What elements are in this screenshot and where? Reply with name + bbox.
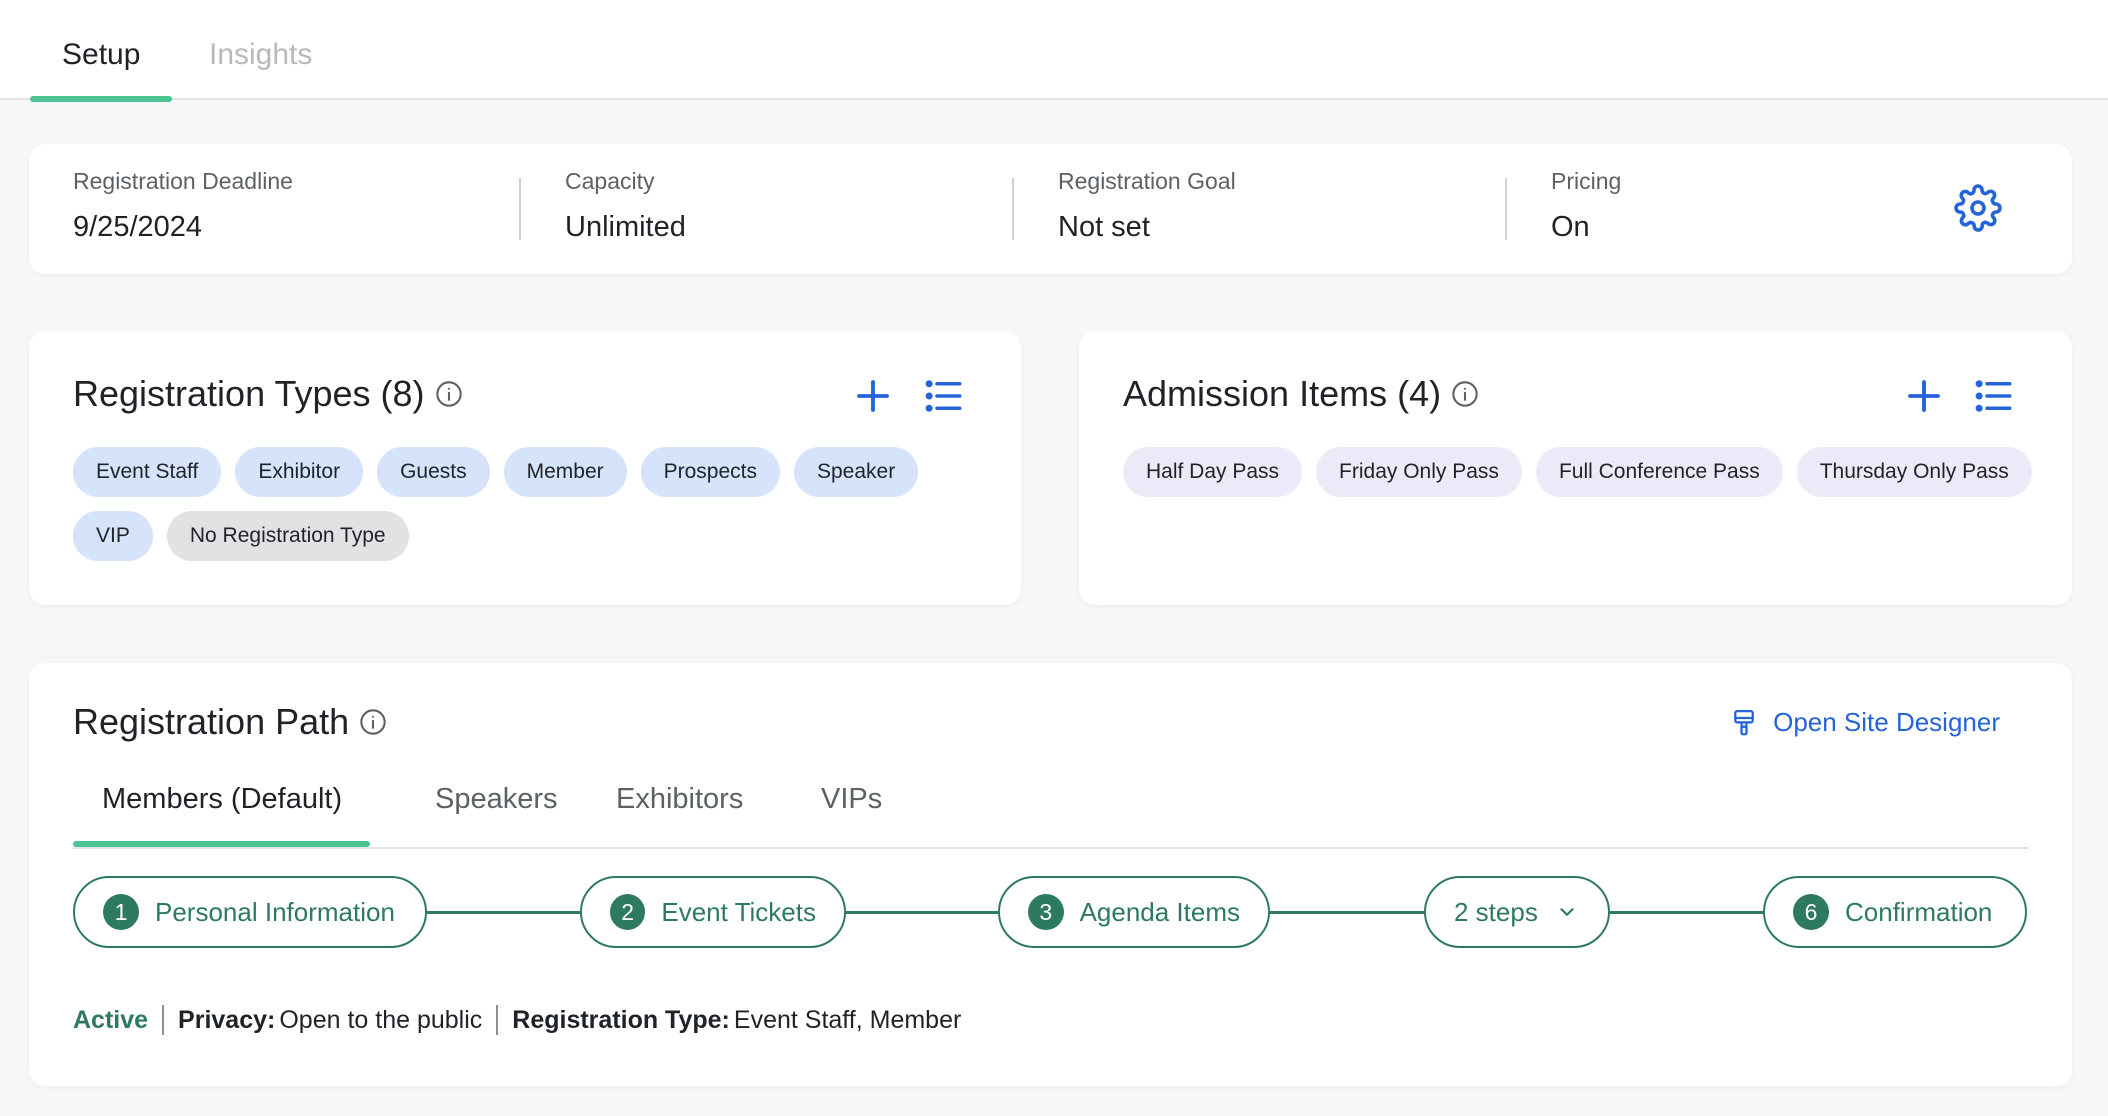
divider [162, 1005, 165, 1035]
step-label: Confirmation [1845, 896, 1993, 927]
pricing-value: On [1551, 211, 1590, 243]
step-number: 1 [103, 894, 139, 930]
gear-icon[interactable] [1954, 184, 2002, 232]
pricing-label: Pricing [1551, 168, 1622, 194]
tab-active-underline [73, 841, 371, 847]
tab-speakers-label: Speakers [435, 783, 558, 815]
summary-divider [519, 178, 521, 240]
admission-items-title: Admission Items (4) [1123, 373, 1479, 415]
step-confirmation[interactable]: 6 Confirmation [1763, 876, 2027, 948]
tab-vips-label: VIPs [821, 783, 883, 815]
paint-brush-icon [1734, 709, 1754, 735]
tab-setup-label: Setup [62, 38, 141, 71]
registration-path-heading: Registration Path [73, 701, 350, 742]
tab-vips[interactable]: VIPs [821, 783, 882, 816]
list-icon[interactable] [923, 375, 965, 417]
registration-type-chip[interactable]: Prospects [640, 447, 780, 497]
tab-exhibitors-label: Exhibitors [616, 783, 744, 815]
summary-goal: Registration Goal Not set [1058, 168, 1236, 244]
step-label: Event Tickets [661, 896, 816, 927]
step-agenda-items[interactable]: 3 Agenda Items [998, 876, 1270, 948]
summary-divider [1505, 178, 1507, 240]
summary-divider [1012, 178, 1014, 240]
registration-type-chips: Event Staff Exhibitor Guests Member Pros… [73, 447, 981, 561]
tab-members-label: Members (Default) [102, 783, 343, 815]
step-connector [427, 911, 580, 914]
registration-path-card: Registration Path Open Site Designer Mem… [29, 663, 2072, 1086]
divider [496, 1005, 499, 1035]
tab-active-underline [30, 96, 173, 102]
tab-insights-label: Insights [209, 38, 313, 71]
summary-pricing: Pricing On [1551, 168, 1621, 244]
step-label: Agenda Items [1079, 896, 1240, 927]
registration-types-title: Registration Types (8) [73, 373, 463, 415]
registration-type-chip[interactable]: Guests [377, 447, 490, 497]
list-icon[interactable] [1973, 375, 2015, 417]
open-site-designer-label: Open Site Designer [1773, 707, 2000, 737]
status-badge: Active [73, 1005, 149, 1034]
step-number: 6 [1793, 894, 1829, 930]
step-connector [1610, 911, 1763, 914]
step-number: 2 [610, 894, 646, 930]
tab-insights[interactable]: Insights [209, 38, 312, 100]
registration-type-chip[interactable]: VIP [73, 511, 153, 561]
admission-item-chip[interactable]: Thursday Only Pass [1796, 447, 2032, 497]
tab-setup[interactable]: Setup [30, 38, 173, 102]
capacity-value: Unlimited [565, 211, 686, 243]
collapsed-steps-dropdown[interactable]: 2 steps [1424, 876, 1610, 948]
deadline-label: Registration Deadline [73, 168, 293, 194]
admission-item-chips: Half Day Pass Friday Only Pass Full Conf… [1123, 447, 2032, 497]
add-admission-item-button[interactable] [1903, 375, 1945, 417]
admission-items-heading: Admission Items (4) [1123, 373, 1442, 414]
chevron-down-icon [1560, 908, 1574, 916]
step-event-tickets[interactable]: 2 Event Tickets [580, 876, 846, 948]
goal-label: Registration Goal [1058, 168, 1236, 194]
info-icon[interactable] [435, 380, 463, 408]
registration-type-label: Registration Type: [512, 1005, 730, 1034]
summary-deadline: Registration Deadline 9/25/2024 [73, 168, 293, 244]
registration-type-chip[interactable]: Speaker [794, 447, 919, 497]
admission-items-card: Admission Items (4) Half Day Pass Friday… [1079, 331, 2072, 605]
info-icon[interactable] [1451, 380, 1479, 408]
tab-exhibitors[interactable]: Exhibitors [616, 783, 743, 816]
add-registration-type-button[interactable] [852, 375, 894, 417]
deadline-value: 9/25/2024 [73, 211, 203, 243]
tab-members-default[interactable]: Members (Default) [73, 783, 371, 847]
registration-types-card: Registration Types (8) Event Staff Exhib… [29, 331, 1021, 605]
open-site-designer-link[interactable]: Open Site Designer [1729, 707, 2000, 738]
registration-type-chip[interactable]: Event Staff [73, 447, 222, 497]
top-tab-bar: Setup Insights [0, 0, 2108, 102]
summary-capacity: Capacity Unlimited [565, 168, 686, 244]
admission-item-chip[interactable]: Half Day Pass [1123, 447, 1303, 497]
step-label: 2 steps [1454, 896, 1538, 927]
info-icon[interactable] [359, 708, 387, 736]
privacy-value: Open to the public [279, 1005, 483, 1034]
step-connector [846, 911, 998, 914]
path-status-line: Active Privacy: Open to the public Regis… [73, 1005, 961, 1035]
registration-type-chip[interactable]: Member [503, 447, 627, 497]
goal-value: Not set [1058, 211, 1150, 243]
registration-type-value: Event Staff, Member [733, 1005, 962, 1034]
registration-path-title: Registration Path [73, 701, 387, 743]
no-registration-type-chip[interactable]: No Registration Type [166, 511, 409, 561]
step-number: 3 [1028, 894, 1064, 930]
step-connector [1270, 911, 1424, 914]
registration-types-heading: Registration Types (8) [73, 373, 425, 414]
registration-summary-card: Registration Deadline 9/25/2024 Capacity… [29, 144, 2072, 274]
admission-item-chip[interactable]: Friday Only Pass [1316, 447, 1522, 497]
registration-path-tabs: Members (Default) Speakers Exhibitors VI… [73, 783, 2029, 849]
tab-speakers[interactable]: Speakers [435, 783, 558, 816]
capacity-label: Capacity [565, 168, 655, 194]
step-label: Personal Information [155, 896, 395, 927]
admission-item-chip[interactable]: Full Conference Pass [1535, 447, 1783, 497]
registration-type-chip[interactable]: Exhibitor [235, 447, 364, 497]
registration-path-steps: 1 Personal Information 2 Event Tickets 3… [73, 876, 2029, 948]
step-personal-information[interactable]: 1 Personal Information [73, 876, 427, 948]
privacy-label: Privacy: [178, 1005, 276, 1034]
